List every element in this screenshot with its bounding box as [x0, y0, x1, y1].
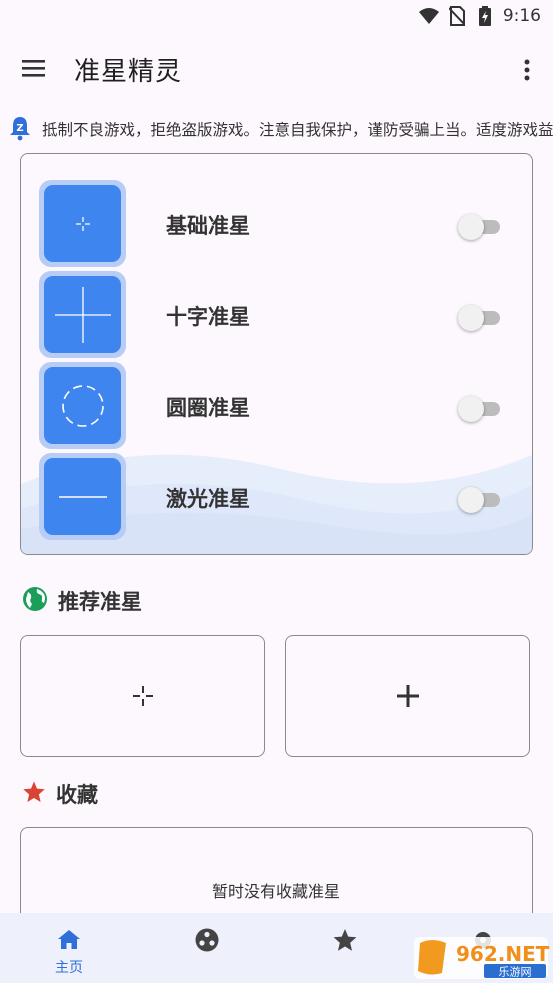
cross-crosshair-icon: [54, 286, 111, 343]
crosshair-thumb-cross[interactable]: [39, 271, 126, 358]
favorites-header: 收藏: [22, 779, 98, 809]
crosshair-row-circle: 圆圈准星: [21, 360, 532, 450]
laser-crosshair-icon: [58, 495, 107, 498]
star-icon: [333, 929, 357, 951]
toggle-circle-crosshair[interactable]: [458, 396, 502, 422]
crosshair-thumb-basic[interactable]: [39, 180, 126, 267]
svg-text:乐游网: 乐游网: [499, 966, 532, 979]
toggle-basic-crosshair[interactable]: [458, 214, 502, 240]
crosshair-label: 激光准星: [166, 487, 250, 511]
recommended-item-small-crosshair[interactable]: [20, 635, 265, 757]
crosshair-row-basic: 基础准星: [21, 178, 532, 268]
crosshair-thumb-circle[interactable]: [39, 362, 126, 449]
wifi-icon: [418, 6, 439, 26]
star-icon: [22, 780, 46, 808]
crosshair-label: 基础准星: [166, 214, 250, 238]
home-icon: [58, 930, 80, 949]
status-time: 9:16: [502, 6, 541, 26]
nav-item-home[interactable]: 主页: [0, 913, 138, 983]
nav-label-home: 主页: [55, 960, 83, 976]
nav-item-palette[interactable]: [138, 913, 276, 983]
menu-button[interactable]: [20, 56, 50, 82]
notice-marquee: Z 抵制不良游戏，拒绝盗版游戏。注意自我保护，谨防受骗上当。适度游戏益脑，沉迷游…: [0, 112, 553, 146]
notice-text: 抵制不良游戏，拒绝盗版游戏。注意自我保护，谨防受骗上当。适度游戏益脑，沉迷游戏伤…: [42, 121, 553, 139]
hamburger-icon: [22, 60, 45, 77]
nav-item-favorites[interactable]: [276, 913, 414, 983]
more-vert-icon: [524, 59, 530, 81]
crosshair-label: 十字准星: [166, 305, 250, 329]
palette-icon: [195, 928, 219, 952]
crosshair-thumb-laser[interactable]: [39, 453, 126, 540]
crosshair-list-card: 基础准星 十字准星 圆圈准星 激光准星: [20, 153, 533, 555]
no-sim-icon: [447, 6, 467, 26]
small-crosshair-icon: [75, 216, 90, 231]
globe-icon: [22, 586, 48, 616]
favorites-empty-text: 暂时没有收藏准星: [211, 882, 340, 901]
status-bar: 9:16: [0, 0, 553, 32]
crosshair-row-cross: 十字准星: [21, 269, 532, 359]
more-options-button[interactable]: [517, 56, 537, 84]
small-crosshair-icon: [132, 686, 153, 706]
app-bar: 准星精灵: [0, 38, 553, 102]
battery-charging-icon: [475, 6, 495, 26]
notification-bell-icon: Z: [8, 115, 32, 141]
site-watermark: 962.NET 乐游网: [412, 933, 550, 981]
svg-text:Z: Z: [16, 123, 23, 134]
recommended-header: 推荐准星: [22, 586, 142, 616]
svg-text:962.NET: 962.NET: [456, 942, 550, 966]
crosshair-row-laser: 激光准星: [21, 451, 532, 541]
favorites-title: 收藏: [56, 783, 98, 807]
crosshair-label: 圆圈准星: [166, 396, 250, 420]
app-title: 准星精灵: [74, 57, 183, 87]
circle-crosshair-icon: [61, 384, 104, 427]
recommended-item-plus-crosshair[interactable]: [285, 635, 530, 757]
toggle-laser-crosshair[interactable]: [458, 487, 502, 513]
recommended-title: 推荐准星: [58, 590, 142, 614]
toggle-cross-crosshair[interactable]: [458, 305, 502, 331]
plus-crosshair-icon: [396, 685, 419, 707]
